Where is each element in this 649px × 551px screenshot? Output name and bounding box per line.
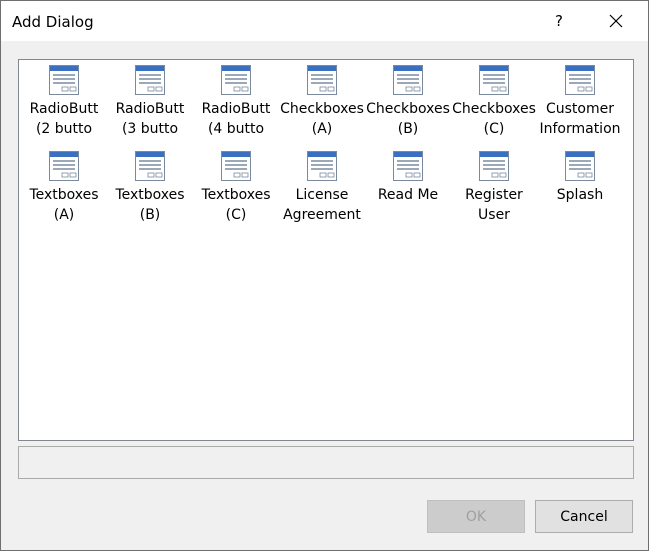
template-item-label: Checkboxes (C) (452, 101, 536, 137)
template-item-label: License Agreement (283, 187, 361, 223)
template-item[interactable]: Textboxes (C) (193, 150, 279, 236)
help-button[interactable]: ? (536, 5, 582, 37)
dialog-template-icon (221, 65, 251, 95)
template-item[interactable]: Textboxes (A) (21, 150, 107, 236)
close-button[interactable] (593, 5, 639, 37)
template-item-label: Checkboxes (A) (280, 101, 364, 137)
template-item-label: Read Me (377, 187, 439, 203)
dialog-template-icon (307, 65, 337, 95)
dialog-template-icon (565, 151, 595, 181)
template-item-label: RadioButt (3 butto (115, 101, 185, 137)
dialog-template-icon (49, 65, 79, 95)
dialog-template-icon (135, 151, 165, 181)
template-item-label: Splash (556, 187, 604, 203)
template-item-label: Register User (465, 187, 523, 223)
add-dialog-window: Add Dialog ? RadioButt (2 butto RadioButt… (0, 0, 649, 551)
window-title: Add Dialog (12, 13, 94, 31)
template-item[interactable]: Checkboxes (C) (451, 64, 537, 150)
template-item[interactable]: RadioButt (3 butto (107, 64, 193, 150)
dialog-template-icon (307, 151, 337, 181)
dialog-template-icon (565, 65, 595, 95)
dialog-template-icon (135, 65, 165, 95)
dialog-template-icon (221, 151, 251, 181)
dialog-template-icon (393, 65, 423, 95)
template-item[interactable]: Splash (537, 150, 623, 236)
template-item-label: Textboxes (B) (115, 187, 185, 223)
template-item[interactable]: Read Me (365, 150, 451, 236)
template-grid: RadioButt (2 butto RadioButt (3 butto Radi… (21, 64, 631, 236)
title-bar: Add Dialog ? (1, 1, 648, 41)
template-item[interactable]: Textboxes (B) (107, 150, 193, 236)
template-item-label: Textboxes (C) (201, 187, 271, 223)
template-item-label: Checkboxes (B) (366, 101, 450, 137)
cancel-button[interactable]: Cancel (535, 500, 633, 533)
template-item-label: Customer Information (539, 101, 621, 137)
template-item[interactable]: Customer Information (537, 64, 623, 150)
template-item[interactable]: License Agreement (279, 150, 365, 236)
template-item[interactable]: Checkboxes (B) (365, 64, 451, 150)
close-icon (609, 14, 623, 28)
dialog-template-icon (479, 65, 509, 95)
template-item[interactable]: Register User (451, 150, 537, 236)
dialog-template-icon (479, 151, 509, 181)
template-item[interactable]: RadioButt (4 butto (193, 64, 279, 150)
template-description (18, 446, 634, 479)
template-item-label: RadioButt (4 butto (201, 101, 271, 137)
template-item-label: RadioButt (2 butto (29, 101, 99, 137)
template-item[interactable]: Checkboxes (A) (279, 64, 365, 150)
template-list[interactable]: RadioButt (2 butto RadioButt (3 butto Radi… (18, 59, 634, 441)
ok-button[interactable]: OK (427, 500, 525, 533)
dialog-template-icon (393, 151, 423, 181)
template-item[interactable]: RadioButt (2 butto (21, 64, 107, 150)
template-item-label: Textboxes (A) (29, 187, 99, 223)
dialog-template-icon (49, 151, 79, 181)
